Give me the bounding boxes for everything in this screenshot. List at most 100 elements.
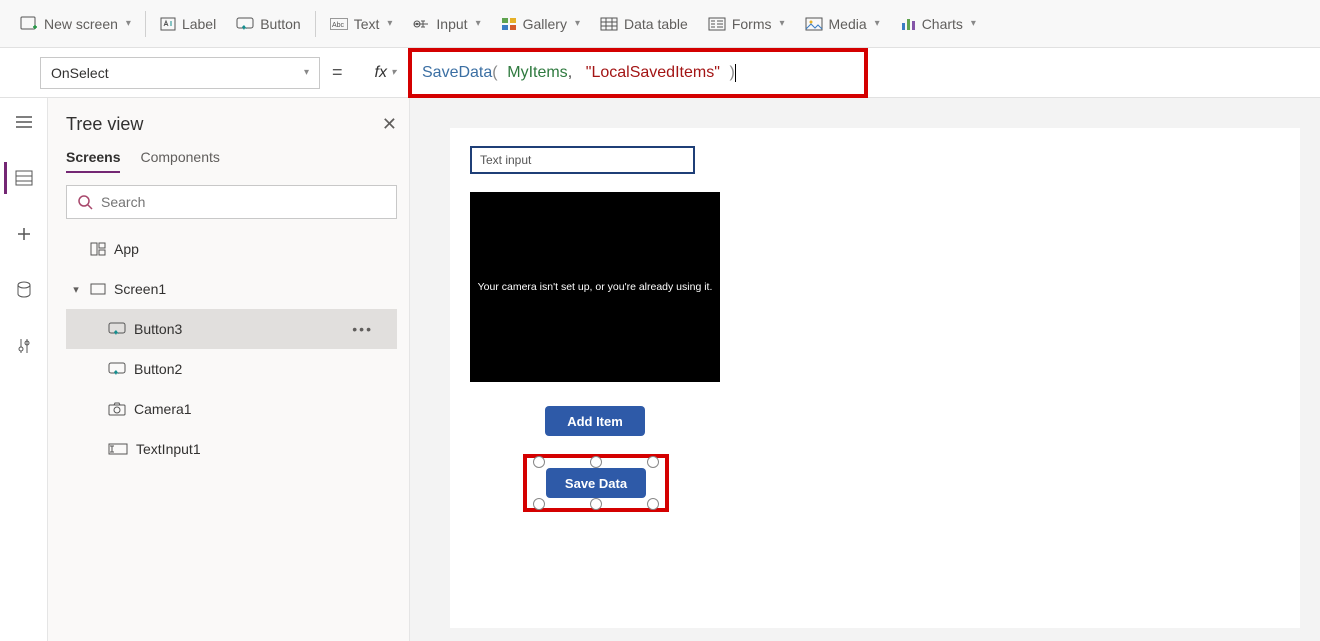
resize-handle[interactable] bbox=[590, 498, 602, 510]
textinput-icon bbox=[108, 443, 128, 455]
label-icon bbox=[160, 17, 176, 31]
svg-text:Abc: Abc bbox=[332, 22, 345, 29]
close-icon[interactable]: ✕ bbox=[382, 114, 397, 135]
formula-paren-open: ( bbox=[492, 64, 497, 82]
button-label: Button bbox=[260, 16, 300, 32]
chevron-down-icon: ▾ bbox=[126, 18, 131, 29]
tree-node-button3[interactable]: Button3 ••• bbox=[66, 309, 397, 349]
tools-icon[interactable] bbox=[6, 330, 42, 362]
charts-label: Charts bbox=[922, 16, 963, 32]
tab-screens[interactable]: Screens bbox=[66, 149, 120, 173]
tree-node-app[interactable]: App bbox=[66, 229, 397, 269]
tree-node-label: Button2 bbox=[134, 361, 182, 377]
fx-button[interactable]: fx ▾ bbox=[375, 64, 396, 82]
chevron-down-icon: ▾ bbox=[476, 18, 481, 29]
tree-node-button2[interactable]: Button2 bbox=[66, 349, 397, 389]
data-icon[interactable] bbox=[6, 274, 42, 306]
forms-label: Forms bbox=[732, 16, 772, 32]
button-button[interactable]: Button bbox=[226, 10, 310, 38]
tree-node-label: Screen1 bbox=[114, 281, 166, 297]
formula-arg1: MyItems bbox=[507, 64, 567, 82]
insert-icon[interactable] bbox=[6, 218, 42, 250]
chevron-down-icon: ▾ bbox=[387, 18, 392, 29]
save-data-label: Save Data bbox=[565, 476, 627, 491]
resize-handle[interactable] bbox=[647, 456, 659, 468]
ribbon-toolbar: New screen ▾ Label Button Abc Text ▾ Inp… bbox=[0, 0, 1320, 48]
new-screen-icon bbox=[20, 16, 38, 32]
canvas-area: Text input Your camera isn't set up, or … bbox=[410, 98, 1320, 641]
search-box[interactable] bbox=[66, 185, 397, 219]
text-label: Text bbox=[354, 16, 380, 32]
resize-handle[interactable] bbox=[533, 456, 545, 468]
app-canvas[interactable]: Text input Your camera isn't set up, or … bbox=[450, 128, 1300, 628]
tree-node-screen1[interactable]: ▾ Screen1 bbox=[66, 269, 397, 309]
tree-view-panel: Tree view ✕ Screens Components App ▾ Scr… bbox=[48, 98, 410, 641]
gallery-icon bbox=[501, 17, 517, 31]
media-label: Media bbox=[829, 16, 867, 32]
formula-bar: OnSelect ▾ = fx ▾ SaveData( MyItems, "Lo… bbox=[0, 48, 1320, 98]
text-input-placeholder: Text input bbox=[480, 153, 531, 167]
datatable-icon bbox=[600, 17, 618, 31]
label-button[interactable]: Label bbox=[150, 10, 226, 38]
resize-handle[interactable] bbox=[590, 456, 602, 468]
input-button[interactable]: Input ▾ bbox=[402, 10, 490, 38]
save-data-selection[interactable]: Save Data bbox=[523, 454, 669, 512]
text-input-control[interactable]: Text input bbox=[470, 146, 695, 174]
datatable-label: Data table bbox=[624, 16, 688, 32]
body: Tree view ✕ Screens Components App ▾ Scr… bbox=[0, 98, 1320, 641]
formula-input[interactable]: SaveData( MyItems, "LocalSavedItems" ) bbox=[408, 48, 868, 98]
forms-icon bbox=[708, 17, 726, 31]
left-rail bbox=[0, 98, 48, 641]
charts-icon bbox=[900, 17, 916, 31]
search-input[interactable] bbox=[101, 194, 386, 210]
datatable-button[interactable]: Data table bbox=[590, 10, 698, 38]
property-name: OnSelect bbox=[51, 65, 109, 81]
search-icon bbox=[77, 194, 93, 210]
tab-components[interactable]: Components bbox=[140, 149, 219, 173]
tree-view-icon[interactable] bbox=[4, 162, 40, 194]
charts-button[interactable]: Charts ▾ bbox=[890, 10, 986, 38]
add-item-button[interactable]: Add Item bbox=[545, 406, 645, 436]
formula-fn: SaveData bbox=[422, 64, 492, 82]
chevron-down-icon: ▾ bbox=[304, 67, 309, 78]
tree-node-camera1[interactable]: Camera1 bbox=[66, 389, 397, 429]
tree-node-label: Button3 bbox=[134, 321, 182, 337]
tree-node-label: TextInput1 bbox=[136, 441, 201, 457]
separator bbox=[315, 11, 316, 37]
save-data-button[interactable]: Save Data bbox=[546, 468, 646, 498]
more-icon[interactable]: ••• bbox=[352, 321, 373, 337]
add-item-label: Add Item bbox=[567, 414, 623, 429]
separator bbox=[145, 11, 146, 37]
tree-view-title: Tree view bbox=[66, 114, 143, 135]
tree-node-label: Camera1 bbox=[134, 401, 192, 417]
gallery-label: Gallery bbox=[523, 16, 567, 32]
button-icon bbox=[236, 17, 254, 31]
new-screen-label: New screen bbox=[44, 16, 118, 32]
tree-node-label: App bbox=[114, 241, 139, 257]
resize-handle[interactable] bbox=[533, 498, 545, 510]
text-button[interactable]: Abc Text ▾ bbox=[320, 10, 403, 38]
property-selector[interactable]: OnSelect ▾ bbox=[40, 57, 320, 89]
chevron-down-icon: ▾ bbox=[875, 18, 880, 29]
tree-node-textinput1[interactable]: TextInput1 bbox=[66, 429, 397, 469]
app-icon bbox=[90, 242, 106, 256]
button-icon bbox=[108, 362, 126, 376]
chevron-down-icon: ▾ bbox=[70, 283, 82, 296]
gallery-button[interactable]: Gallery ▾ bbox=[491, 10, 590, 38]
camera-message: Your camera isn't set up, or you're alre… bbox=[478, 281, 713, 293]
label-label: Label bbox=[182, 16, 216, 32]
chevron-down-icon: ▾ bbox=[779, 18, 784, 29]
formula-comma: , bbox=[568, 64, 572, 82]
equals-sign: = bbox=[332, 62, 343, 83]
chevron-down-icon: ▾ bbox=[391, 67, 396, 78]
resize-handle[interactable] bbox=[647, 498, 659, 510]
hamburger-icon[interactable] bbox=[6, 106, 42, 138]
camera-control[interactable]: Your camera isn't set up, or you're alre… bbox=[470, 192, 720, 382]
formula-arg2: "LocalSavedItems" bbox=[586, 64, 720, 82]
input-icon bbox=[412, 18, 430, 30]
chevron-down-icon: ▾ bbox=[971, 18, 976, 29]
new-screen-button[interactable]: New screen ▾ bbox=[10, 10, 141, 38]
media-button[interactable]: Media ▾ bbox=[795, 10, 890, 38]
screen-icon bbox=[90, 283, 106, 295]
forms-button[interactable]: Forms ▾ bbox=[698, 10, 795, 38]
